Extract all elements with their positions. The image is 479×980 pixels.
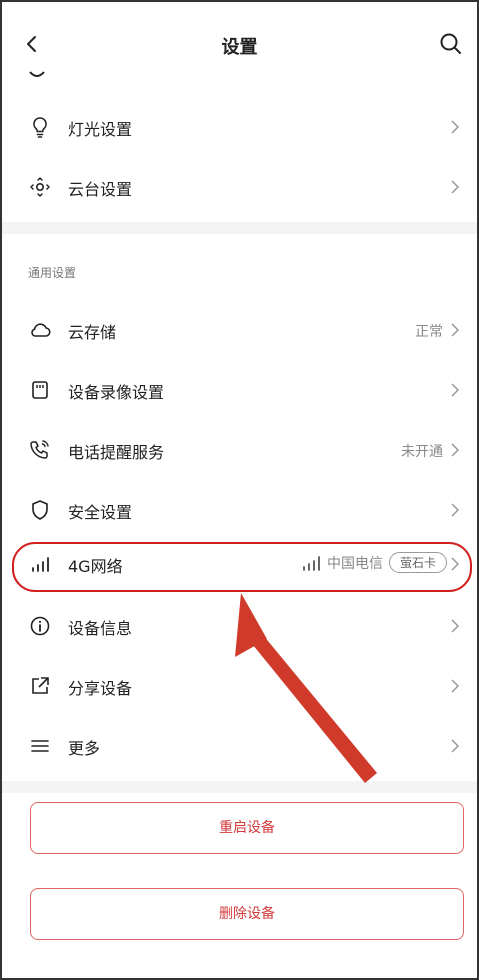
section-divider: [2, 222, 477, 234]
row-recording-settings[interactable]: 设备录像设置: [2, 360, 477, 420]
row-cloud-storage[interactable]: 云存储 正常: [2, 300, 477, 360]
info-icon: [28, 614, 52, 638]
chevron-right-icon: [449, 382, 461, 398]
row-label: 云台设置: [68, 180, 133, 199]
ptz-camera-icon: [28, 175, 52, 199]
row-label: 更多: [68, 739, 101, 758]
search-icon[interactable]: [437, 30, 465, 58]
chevron-right-icon: [449, 442, 461, 458]
page-title: 设置: [221, 37, 258, 58]
top-bar: 设置: [2, 2, 477, 90]
chevron-right-icon: [449, 678, 461, 694]
phone-icon: [28, 438, 52, 462]
row-label: 云存储: [68, 323, 117, 342]
row-label: 灯光设置: [68, 120, 133, 139]
row-phone-reminder[interactable]: 电话提醒服务 未开通: [2, 420, 477, 480]
row-status: 正常: [415, 324, 443, 340]
row-ptz-settings[interactable]: 云台设置: [2, 157, 477, 217]
row-light-settings[interactable]: 灯光设置: [2, 97, 477, 157]
chevron-right-icon: [449, 322, 461, 338]
row-status: 未开通: [401, 444, 443, 460]
row-label: 电话提醒服务: [68, 443, 165, 462]
chevron-right-icon: [449, 738, 461, 754]
settings-screen: 设置 灯光设置 云台设置 通用设置 云存储 正常 设备录像设置 电话提醒服务 未…: [0, 0, 479, 980]
sd-card-icon: [28, 378, 52, 402]
scrolled-item-icon: [28, 68, 46, 78]
chevron-right-icon: [449, 502, 461, 518]
annotation-arrow-icon: [227, 587, 387, 787]
chevron-right-icon: [449, 618, 461, 634]
lightbulb-icon: [28, 115, 52, 139]
restart-device-button[interactable]: 重启设备: [30, 802, 464, 854]
row-label: 分享设备: [68, 679, 133, 698]
cloud-icon: [28, 318, 52, 342]
row-label: 设备录像设置: [68, 383, 165, 402]
menu-lines-icon: [28, 734, 52, 758]
row-label: 设备信息: [68, 619, 133, 638]
highlight-outline: [12, 542, 472, 592]
section-title-general: 通用设置: [28, 266, 77, 280]
row-label: 安全设置: [68, 503, 133, 522]
row-security-settings[interactable]: 安全设置: [2, 480, 477, 540]
chevron-right-icon: [449, 119, 461, 135]
share-icon: [28, 674, 52, 698]
shield-icon: [28, 498, 52, 522]
delete-device-button[interactable]: 删除设备: [30, 888, 464, 940]
chevron-right-icon: [449, 179, 461, 195]
